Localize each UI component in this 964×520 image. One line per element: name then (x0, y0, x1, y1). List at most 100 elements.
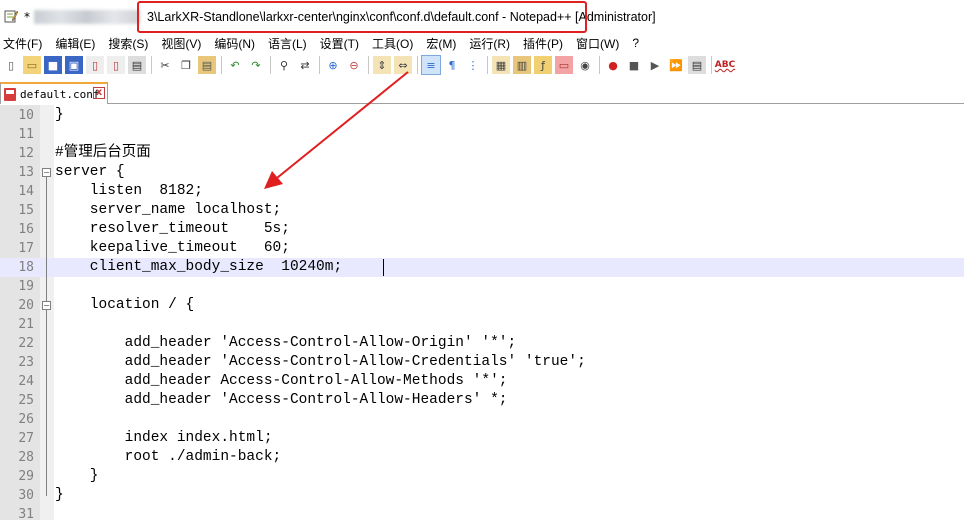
play-macro-icon[interactable]: ▶ (646, 56, 664, 74)
spell-check-icon[interactable]: ABC (715, 56, 735, 74)
line-text[interactable]: resolver_timeout 5s; (55, 220, 290, 239)
menu-item[interactable]: 语言(L) (268, 35, 307, 52)
monitoring-icon[interactable]: ◉ (576, 56, 594, 74)
editor-line[interactable]: 16 resolver_timeout 5s; (0, 220, 964, 239)
menu-item[interactable]: 宏(M) (426, 35, 456, 52)
line-number: 17 (18, 241, 34, 256)
editor-line[interactable]: 31 (0, 505, 964, 520)
sync-horizontal-icon[interactable]: ⇔ (394, 56, 412, 74)
menu-item[interactable]: 视图(V) (161, 35, 201, 52)
save-icon[interactable]: ■ (44, 56, 62, 74)
line-text[interactable]: } (55, 106, 64, 125)
redo-icon[interactable]: ↷ (247, 56, 265, 74)
toolbar-separator (599, 56, 600, 74)
editor-line[interactable]: 17 keepalive_timeout 60; (0, 239, 964, 258)
line-number: 20 (18, 298, 34, 313)
editor-line[interactable]: 30} (0, 486, 964, 505)
undo-icon[interactable]: ↶ (226, 56, 244, 74)
menu-item[interactable]: ? (632, 36, 639, 50)
line-number: 22 (18, 336, 34, 351)
line-text[interactable]: } (55, 467, 99, 486)
function-list-icon[interactable]: ƒ (534, 56, 552, 74)
editor-line[interactable]: 26 (0, 410, 964, 429)
editor-line[interactable]: 22 add_header 'Access-Control-Allow-Orig… (0, 334, 964, 353)
cut-icon[interactable]: ✂ (156, 56, 174, 74)
copy-icon[interactable]: ❐ (177, 56, 195, 74)
line-number: 30 (18, 488, 34, 503)
indent-guide-icon[interactable]: ⋮ (464, 56, 482, 74)
find-icon[interactable]: ⚲ (275, 56, 293, 74)
editor-line[interactable]: 21 (0, 315, 964, 334)
editor-line[interactable]: 27 index index.html; (0, 429, 964, 448)
sync-vertical-icon[interactable]: ⇕ (373, 56, 391, 74)
tab-default-conf[interactable]: default.conf x (0, 82, 108, 104)
editor-line[interactable]: 19 (0, 277, 964, 296)
editor-line[interactable]: 12 #管理后台页面 (0, 144, 964, 163)
menu-item[interactable]: 编辑(E) (55, 35, 95, 52)
zoom-in-icon[interactable]: ⊕ (324, 56, 342, 74)
close-all-icon[interactable]: ▯ (107, 56, 125, 74)
menu-item[interactable]: 编码(N) (214, 35, 255, 52)
title-bar: * 3\LarkXR-Standlone\larkxr-center\nginx… (0, 0, 964, 34)
run-macro-multiple-icon[interactable]: ⏩ (667, 56, 685, 74)
paste-icon[interactable]: ▤ (198, 56, 216, 74)
close-icon[interactable]: ▯ (86, 56, 104, 74)
editor-line[interactable]: 18 client_max_body_size 10240m; (0, 258, 964, 277)
editor-line[interactable]: 13 server { (0, 163, 964, 182)
menu-item[interactable]: 插件(P) (523, 35, 563, 52)
line-text[interactable]: server_name localhost; (55, 201, 281, 220)
editor-line[interactable]: 23 add_header 'Access-Control-Allow-Cred… (0, 353, 964, 372)
save-all-icon[interactable]: ▣ (65, 56, 83, 74)
editor-line[interactable]: 15 server_name localhost; (0, 201, 964, 220)
show-all-chars-icon[interactable]: ¶ (443, 56, 461, 74)
editor-line[interactable]: 25 add_header 'Access-Control-Allow-Head… (0, 391, 964, 410)
location-block-fold-toggle[interactable]: − (42, 301, 51, 310)
line-text[interactable]: add_header Access-Control-Allow-Methods … (55, 372, 508, 391)
line-text[interactable]: } (55, 486, 64, 505)
editor-line[interactable]: 14 listen 8182; (0, 182, 964, 201)
doc-map-icon[interactable]: ▥ (513, 56, 531, 74)
menu-item[interactable]: 工具(O) (372, 35, 413, 52)
zoom-out-icon[interactable]: ⊖ (345, 56, 363, 74)
line-text[interactable]: root ./admin-back; (55, 448, 282, 467)
editor-line[interactable]: 24 add_header Access-Control-Allow-Metho… (0, 372, 964, 391)
print-icon[interactable]: ▤ (128, 56, 146, 74)
record-macro-icon[interactable]: ● (604, 56, 622, 74)
line-text[interactable]: server { (55, 163, 125, 182)
editor-area[interactable]: 10} 11 12 #管理后台页面 13 server {14 listen 8182; 1… (0, 105, 964, 520)
line-text[interactable]: listen 8182; (55, 182, 203, 201)
menu-item[interactable]: 文件(F) (3, 35, 42, 52)
line-number: 24 (18, 374, 34, 389)
replace-icon[interactable]: ⇄ (296, 56, 314, 74)
editor-line[interactable]: 29 } (0, 467, 964, 486)
menu-item[interactable]: 窗口(W) (576, 35, 619, 52)
editor-line[interactable]: 20 location / { (0, 296, 964, 315)
menu-item[interactable]: 搜索(S) (108, 35, 148, 52)
line-text[interactable]: client_max_body_size 10240m; (55, 258, 342, 277)
new-file-icon[interactable]: ▯ (2, 56, 20, 74)
line-text[interactable]: keepalive_timeout 60; (55, 239, 290, 258)
line-text[interactable]: location / { (55, 296, 194, 315)
line-text[interactable]: add_header 'Access-Control-Allow-Origin'… (55, 334, 517, 353)
tab-close-button[interactable]: x (93, 87, 105, 99)
word-wrap-icon[interactable]: ≡ (421, 55, 441, 75)
line-text[interactable]: index index.html; (55, 429, 273, 448)
editor-line[interactable]: 28 root ./admin-back; (0, 448, 964, 467)
menu-item[interactable]: 运行(R) (469, 35, 510, 52)
editor-line[interactable]: 10} (0, 106, 964, 125)
toolbar-separator (487, 56, 488, 74)
editor-line[interactable]: 11 (0, 125, 964, 144)
line-text[interactable]: add_header 'Access-Control-Allow-Headers… (55, 391, 508, 410)
menu-item[interactable]: 设置(T) (320, 35, 359, 52)
line-number: 14 (18, 184, 34, 199)
folder-workspace-icon[interactable]: ▭ (555, 56, 573, 74)
save-macro-icon[interactable]: ▤ (688, 56, 706, 74)
line-text[interactable]: #管理后台页面 (55, 144, 151, 163)
server-block-fold-toggle[interactable]: − (42, 168, 51, 177)
line-text[interactable]: add_header 'Access-Control-Allow-Credent… (55, 353, 586, 372)
stop-record-icon[interactable]: ■ (625, 56, 643, 74)
toolbar-separator (221, 56, 222, 74)
open-file-icon[interactable]: ▭ (23, 56, 41, 74)
udl-icon[interactable]: ▦ (492, 56, 510, 74)
redacted-path (34, 10, 140, 24)
